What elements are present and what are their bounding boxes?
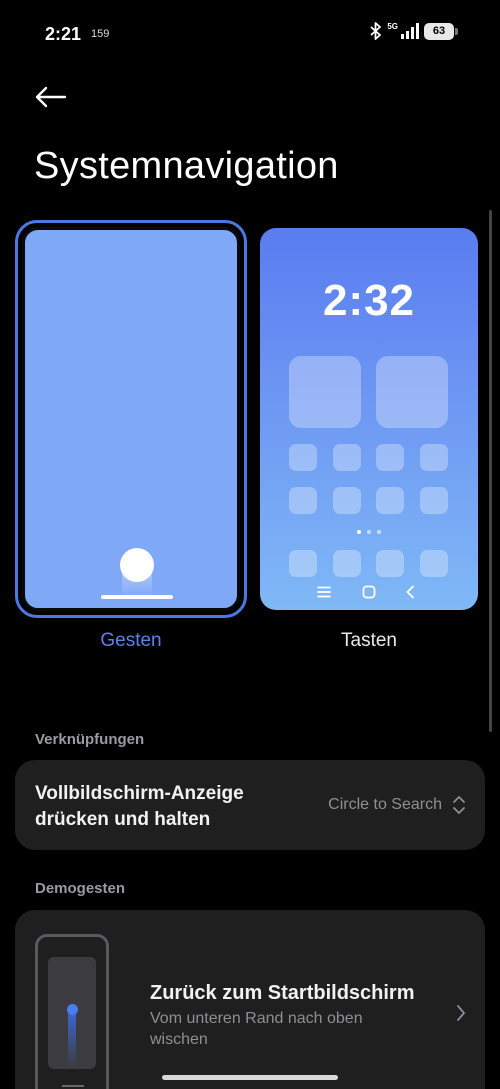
tasten-label[interactable]: Tasten: [260, 630, 478, 652]
section-header-shortcuts: Verknüpfungen: [35, 731, 145, 748]
section-header-demo: Demogesten: [35, 880, 126, 897]
gesten-option-card[interactable]: [15, 220, 247, 618]
menu-key: [314, 584, 334, 600]
chevron-up-down-icon: [453, 796, 465, 814]
preview-app-icon: [333, 444, 361, 471]
home-square-icon: [362, 585, 376, 599]
fullscreen-hold-setting[interactable]: Vollbildschirm-Anzeige drücken und halte…: [15, 760, 485, 850]
preview-app-icon: [376, 487, 404, 514]
network-type-label: 5G: [387, 22, 398, 31]
chevron-left-icon: [406, 585, 414, 599]
gesten-preview: [22, 227, 240, 611]
demo-phone-illustration: [35, 934, 109, 1089]
gesture-dot: [120, 548, 154, 582]
home-key: [359, 584, 379, 600]
preview-app-icon: [420, 444, 448, 471]
signal-icon: [401, 23, 419, 39]
status-extra-counter: 159: [91, 28, 110, 40]
scrollbar[interactable]: [489, 210, 492, 732]
demo-phone-screen: [48, 957, 96, 1069]
page-title: Systemnavigation: [34, 145, 339, 187]
preview-widget: [289, 356, 361, 428]
bluetooth-icon: [370, 22, 382, 40]
back-key: [400, 584, 420, 600]
arrow-left-icon: [35, 86, 67, 108]
battery-icon: 63: [424, 22, 458, 40]
demo-gesture-card[interactable]: Zurück zum Startbildschirm Vom unteren R…: [15, 910, 485, 1089]
demo-swipe-trail: [68, 1007, 76, 1067]
setting-title: Vollbildschirm-Anzeige drücken und halte…: [35, 783, 244, 830]
preview-app-icon: [333, 487, 361, 514]
page-indicator-dot: [377, 530, 381, 534]
menu-icon: [317, 586, 331, 598]
status-icons: 5G 63: [369, 22, 458, 40]
setting-value: Circle to Search: [328, 796, 442, 813]
tasten-option-card[interactable]: 2:32: [260, 228, 478, 610]
home-indicator[interactable]: [162, 1075, 338, 1080]
demo-title: Zurück zum Startbildschirm: [150, 982, 415, 1004]
page-indicator-dot: [357, 530, 361, 534]
back-button[interactable]: [30, 80, 70, 114]
demo-touch-dot: [67, 1004, 78, 1015]
preview-dock-icon: [289, 550, 317, 577]
preview-dock-icon: [420, 550, 448, 577]
preview-app-icon: [376, 444, 404, 471]
demo-description: Vom unteren Rand nach oben wischen: [150, 1010, 363, 1048]
preview-clock: 2:32: [322, 276, 416, 325]
gesture-bar: [101, 595, 173, 599]
page-indicator-dot: [367, 530, 371, 534]
preview-app-icon: [420, 487, 448, 514]
gesten-label[interactable]: Gesten: [22, 630, 240, 652]
preview-app-icon: [289, 487, 317, 514]
preview-app-icon: [289, 444, 317, 471]
preview-widget: [376, 356, 448, 428]
preview-dock-icon: [376, 550, 404, 577]
preview-dock-icon: [333, 550, 361, 577]
status-time: 2:21: [45, 24, 82, 44]
chevron-right-icon: [457, 1005, 465, 1021]
demo-home-line: [62, 1085, 84, 1087]
status-bar: 2:21 159 5G 63: [0, 0, 500, 70]
